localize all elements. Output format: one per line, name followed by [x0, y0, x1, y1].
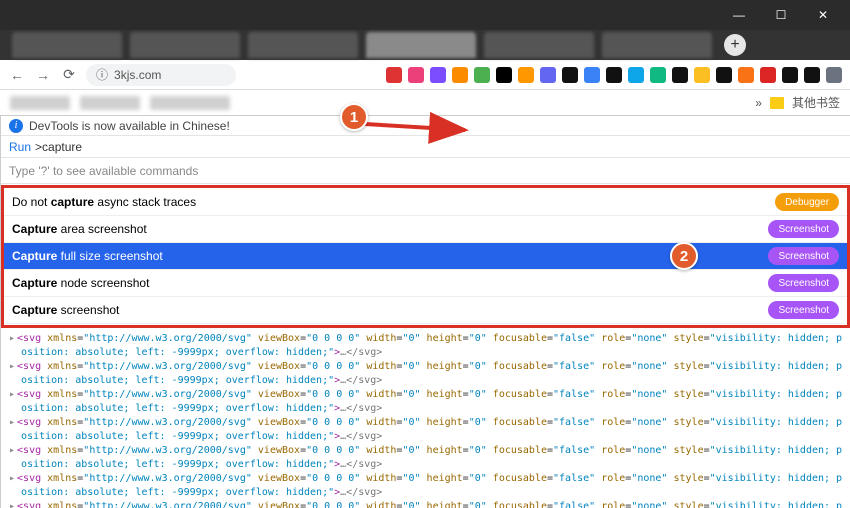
screenshot-badge: Screenshot: [768, 301, 839, 319]
browser-tab-strip: +: [0, 30, 850, 60]
command-item[interactable]: Capture area screenshot Screenshot: [4, 216, 847, 243]
dom-node[interactable]: ▸<svg xmlns="http://www.w3.org/2000/svg"…: [9, 472, 842, 486]
bookmarks-bar: » 其他书签: [0, 90, 850, 116]
window-maximize[interactable]: ☐: [760, 1, 802, 29]
browser-tab[interactable]: [12, 32, 122, 58]
elements-dom-tree[interactable]: ▸<svg xmlns="http://www.w3.org/2000/svg"…: [1, 328, 850, 508]
dom-node[interactable]: ▸<svg xmlns="http://www.w3.org/2000/svg"…: [9, 332, 842, 346]
dom-node[interactable]: ▸<svg xmlns="http://www.w3.org/2000/svg"…: [9, 444, 842, 458]
extension-icon[interactable]: [540, 67, 556, 83]
extension-icon[interactable]: [716, 67, 732, 83]
folder-icon: [770, 97, 784, 109]
screenshot-badge: Screenshot: [768, 247, 839, 265]
reload-button[interactable]: ⟳: [60, 66, 78, 84]
site-info-icon[interactable]: ⓘ: [96, 66, 108, 83]
browser-tab[interactable]: [602, 32, 712, 58]
new-tab-button[interactable]: +: [724, 34, 746, 56]
dom-node[interactable]: ▸<svg xmlns="http://www.w3.org/2000/svg"…: [9, 388, 842, 402]
extension-icon[interactable]: [584, 67, 600, 83]
devtools-panel: i DevTools is now available in Chinese! …: [0, 116, 850, 508]
back-button[interactable]: ←: [8, 66, 26, 84]
window-close[interactable]: ✕: [802, 1, 844, 29]
extension-icon[interactable]: [386, 67, 402, 83]
dom-node[interactable]: osition: absolute; left: -9999px; overfl…: [9, 458, 842, 472]
bookmark-item[interactable]: [80, 96, 140, 110]
dom-node[interactable]: osition: absolute; left: -9999px; overfl…: [9, 430, 842, 444]
command-label: Capture node screenshot: [12, 276, 760, 290]
devtools-info-bar: i DevTools is now available in Chinese!: [1, 116, 850, 136]
command-label: Capture screenshot: [12, 303, 760, 317]
extensions-tray: [386, 67, 842, 83]
bookmark-item[interactable]: [150, 96, 230, 110]
extension-icon[interactable]: [452, 67, 468, 83]
extension-icon[interactable]: [760, 67, 776, 83]
extension-icon[interactable]: [496, 67, 512, 83]
extension-icon[interactable]: [672, 67, 688, 83]
browser-toolbar: ← → ⟳ ⓘ 3kjs.com: [0, 60, 850, 90]
extension-icon[interactable]: [694, 67, 710, 83]
browser-tab[interactable]: [248, 32, 358, 58]
command-item[interactable]: Capture screenshot Screenshot: [4, 297, 847, 324]
forward-button[interactable]: →: [34, 66, 52, 84]
command-label: Do not capture async stack traces: [12, 195, 767, 209]
dom-node[interactable]: osition: absolute; left: -9999px; overfl…: [9, 374, 842, 388]
command-run-row: Run >capture: [1, 136, 850, 158]
run-query: >capture: [35, 140, 82, 154]
info-icon: i: [9, 119, 23, 133]
extension-icon[interactable]: [518, 67, 534, 83]
bookmark-item[interactable]: [10, 96, 70, 110]
extension-icon[interactable]: [650, 67, 666, 83]
address-bar[interactable]: ⓘ 3kjs.com: [86, 64, 236, 86]
browser-tab[interactable]: [366, 32, 476, 58]
extension-icon[interactable]: [826, 67, 842, 83]
screenshot-badge: Screenshot: [768, 220, 839, 238]
extension-icon[interactable]: [408, 67, 424, 83]
command-item[interactable]: Capture full size screenshot Screenshot: [4, 243, 847, 270]
extension-icon[interactable]: [804, 67, 820, 83]
command-label: Capture area screenshot: [12, 222, 760, 236]
command-item[interactable]: Do not capture async stack traces Debugge…: [4, 189, 847, 216]
command-item[interactable]: Capture node screenshot Screenshot: [4, 270, 847, 297]
extension-icon[interactable]: [474, 67, 490, 83]
url-text: 3kjs.com: [114, 68, 161, 82]
debugger-badge: Debugger: [775, 193, 839, 211]
browser-tab[interactable]: [484, 32, 594, 58]
dom-node[interactable]: osition: absolute; left: -9999px; overfl…: [9, 346, 842, 360]
bookmarks-overflow[interactable]: »: [755, 96, 762, 110]
dom-node[interactable]: osition: absolute; left: -9999px; overfl…: [9, 402, 842, 416]
main-area: ⓦ ⏱ ✎ 💬 + ✦ 科技师 www.3kjs.com ••• 菜单: [0, 116, 850, 508]
command-label: Capture full size screenshot: [12, 249, 760, 263]
extension-icon[interactable]: [430, 67, 446, 83]
run-label: Run: [9, 140, 31, 154]
browser-tab[interactable]: [130, 32, 240, 58]
command-list: Do not capture async stack traces Debugge…: [1, 185, 850, 328]
dom-node[interactable]: osition: absolute; left: -9999px; overfl…: [9, 486, 842, 500]
screenshot-badge: Screenshot: [768, 274, 839, 292]
dom-node[interactable]: ▸<svg xmlns="http://www.w3.org/2000/svg"…: [9, 360, 842, 374]
dom-node[interactable]: ▸<svg xmlns="http://www.w3.org/2000/svg"…: [9, 416, 842, 430]
extension-icon[interactable]: [628, 67, 644, 83]
extension-icon[interactable]: [562, 67, 578, 83]
dom-node[interactable]: ▸<svg xmlns="http://www.w3.org/2000/svg"…: [9, 500, 842, 508]
extension-icon[interactable]: [738, 67, 754, 83]
other-bookmarks[interactable]: 其他书签: [792, 94, 840, 111]
command-input[interactable]: Type '?' to see available commands: [1, 158, 850, 184]
window-minimize[interactable]: —: [718, 1, 760, 29]
extension-icon[interactable]: [782, 67, 798, 83]
info-text: DevTools is now available in Chinese!: [29, 119, 230, 133]
extension-icon[interactable]: [606, 67, 622, 83]
window-titlebar: — ☐ ✕: [0, 0, 850, 30]
